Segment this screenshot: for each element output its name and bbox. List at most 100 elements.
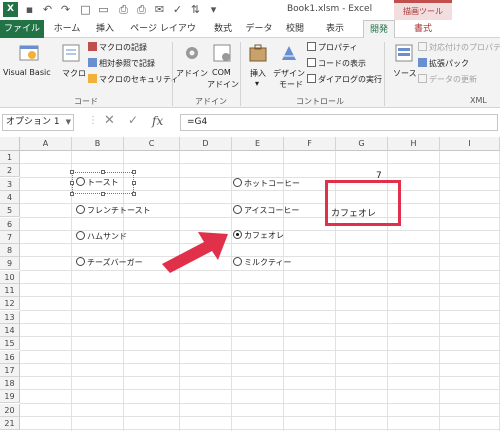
resize-handle[interactable] [101,192,105,196]
row-header-3[interactable]: 3 [0,177,20,191]
macros-icon[interactable] [60,42,82,64]
open-file-icon[interactable]: ▭ [96,2,111,17]
customize-qat-icon[interactable]: ▾ [206,2,221,17]
addins-label[interactable]: アドイン [176,68,208,79]
row-header-17[interactable]: 17 [0,363,20,377]
option-button-hot-coffee[interactable]: ホットコーヒー [233,178,300,190]
com-label-2[interactable]: アドイン [207,79,239,90]
chevron-down-icon[interactable]: ▼ [66,115,71,130]
view-code-button[interactable]: コードの表示 [307,58,366,69]
row-header-1[interactable]: 1 [0,151,20,164]
row-header-9[interactable]: 9 [0,257,20,271]
row-header-12[interactable]: 12 [0,297,20,311]
row-header-6[interactable]: 6 [0,217,20,231]
redo-icon[interactable]: ↷ [58,2,73,17]
column-header-d[interactable]: D [180,137,232,151]
tab-insert[interactable]: 挿入 [92,20,118,38]
option-button-toast[interactable]: トースト [76,177,119,189]
row-header-20[interactable]: 20 [0,403,20,417]
row-header-15[interactable]: 15 [0,337,20,351]
resize-handle[interactable] [70,192,74,196]
column-header-i[interactable]: I [440,137,500,151]
macros-label[interactable]: マクロ [62,68,86,79]
insert-control-icon[interactable] [247,42,269,64]
visual-basic-icon[interactable] [18,42,40,64]
spelling-icon[interactable]: ✓ [170,2,185,17]
com-label-1[interactable]: COM [212,68,231,77]
chevron-down-icon[interactable]: ▾ [255,79,259,88]
addins-gear-icon[interactable] [181,42,203,64]
tab-view[interactable]: 表示 [322,20,348,38]
option-button-iced-coffee[interactable]: アイスコーヒー [233,205,299,217]
row-header-7[interactable]: 7 [0,230,20,244]
option-button-ham-sandwich[interactable]: ハムサンド [76,231,127,243]
resize-handle[interactable] [132,192,136,196]
xml-source-icon[interactable] [393,42,415,64]
tab-home[interactable]: ホーム [52,20,82,38]
column-header-e[interactable]: E [232,137,284,151]
sort-icon[interactable]: ⇅ [188,2,203,17]
new-file-icon[interactable]: □ [78,2,93,17]
tab-page-layout[interactable]: ページ レイアウト [126,20,200,52]
row-header-18[interactable]: 18 [0,377,20,391]
option-button-milk-tea[interactable]: ミルクティー [233,257,292,269]
row-header-19[interactable]: 19 [0,390,20,404]
visual-basic-label[interactable]: Visual Basic [3,68,51,77]
select-all-corner[interactable] [0,137,20,151]
map-properties-button[interactable]: 対応付けのプロパティ [418,42,500,53]
resize-handle[interactable] [101,170,105,174]
option-button-cheeseburger[interactable]: チーズバーガー [76,257,143,269]
row-header-4[interactable]: 4 [0,190,20,204]
row-header-10[interactable]: 10 [0,270,20,284]
com-addins-icon[interactable] [211,42,233,64]
print-icon[interactable]: ⎙ [134,2,149,17]
macro-security-button[interactable]: マクロのセキュリティ [88,74,179,85]
row-header-8[interactable]: 8 [0,244,20,258]
row-header-11[interactable]: 11 [0,284,20,297]
resize-handle[interactable] [70,170,74,174]
column-header-b[interactable]: B [72,137,124,151]
option-button-cafe-au-lait[interactable]: カフェオレ [233,230,284,242]
column-header-h[interactable]: H [388,137,440,151]
option-button-french-toast[interactable]: フレンチトースト [76,205,151,217]
column-header-a[interactable]: A [20,137,72,151]
column-header-f[interactable]: F [284,137,336,151]
design-mode-label-2[interactable]: モード [279,79,303,90]
save-icon[interactable]: ▪ [22,2,37,17]
resize-handle[interactable] [132,170,136,174]
insert-function-icon[interactable]: fx [152,114,163,128]
enter-icon[interactable]: ✓ [128,113,138,127]
resize-handle[interactable] [70,181,74,185]
row-header-2[interactable]: 2 [0,164,20,178]
tab-format[interactable]: 書式 [397,20,449,38]
resize-handle[interactable] [132,181,136,185]
row-header-13[interactable]: 13 [0,310,20,324]
column-header-c[interactable]: C [124,137,180,151]
tab-file[interactable]: ファイル [0,20,44,38]
design-mode-icon[interactable] [278,42,300,64]
row-header-21[interactable]: 21 [0,417,20,430]
cancel-icon[interactable]: ✕ [104,113,115,128]
design-mode-label-1[interactable]: デザイン [273,68,305,79]
formula-input[interactable]: =G4 [180,114,498,131]
properties-button[interactable]: プロパティ [307,42,358,53]
email-icon[interactable]: ✉ [152,2,167,17]
tab-review[interactable]: 校閲 [282,20,308,38]
tab-data[interactable]: データ [244,20,274,38]
record-macro-button[interactable]: マクロの記録 [88,42,147,53]
relative-reference-button[interactable]: 相対参照で記録 [88,58,155,69]
tab-developer[interactable]: 開発 [363,20,395,38]
row-header-16[interactable]: 16 [0,350,20,364]
undo-icon[interactable]: ↶ [40,2,55,17]
row-header-5[interactable]: 5 [0,204,20,218]
column-header-g[interactable]: G [336,137,388,151]
refresh-data-button[interactable]: データの更新 [418,74,477,85]
expansion-packs-button[interactable]: 拡張パック [418,58,469,69]
row-header-14[interactable]: 14 [0,323,20,337]
tab-formulas[interactable]: 数式 [210,20,236,38]
insert-control-label[interactable]: 挿入 [250,68,266,79]
xml-source-label[interactable]: ソース [393,68,417,79]
run-dialog-button[interactable]: ダイアログの実行 [307,74,382,85]
print-preview-icon[interactable]: ⎙ [116,2,131,17]
name-box[interactable]: オプション 1 ▼ [2,114,74,131]
